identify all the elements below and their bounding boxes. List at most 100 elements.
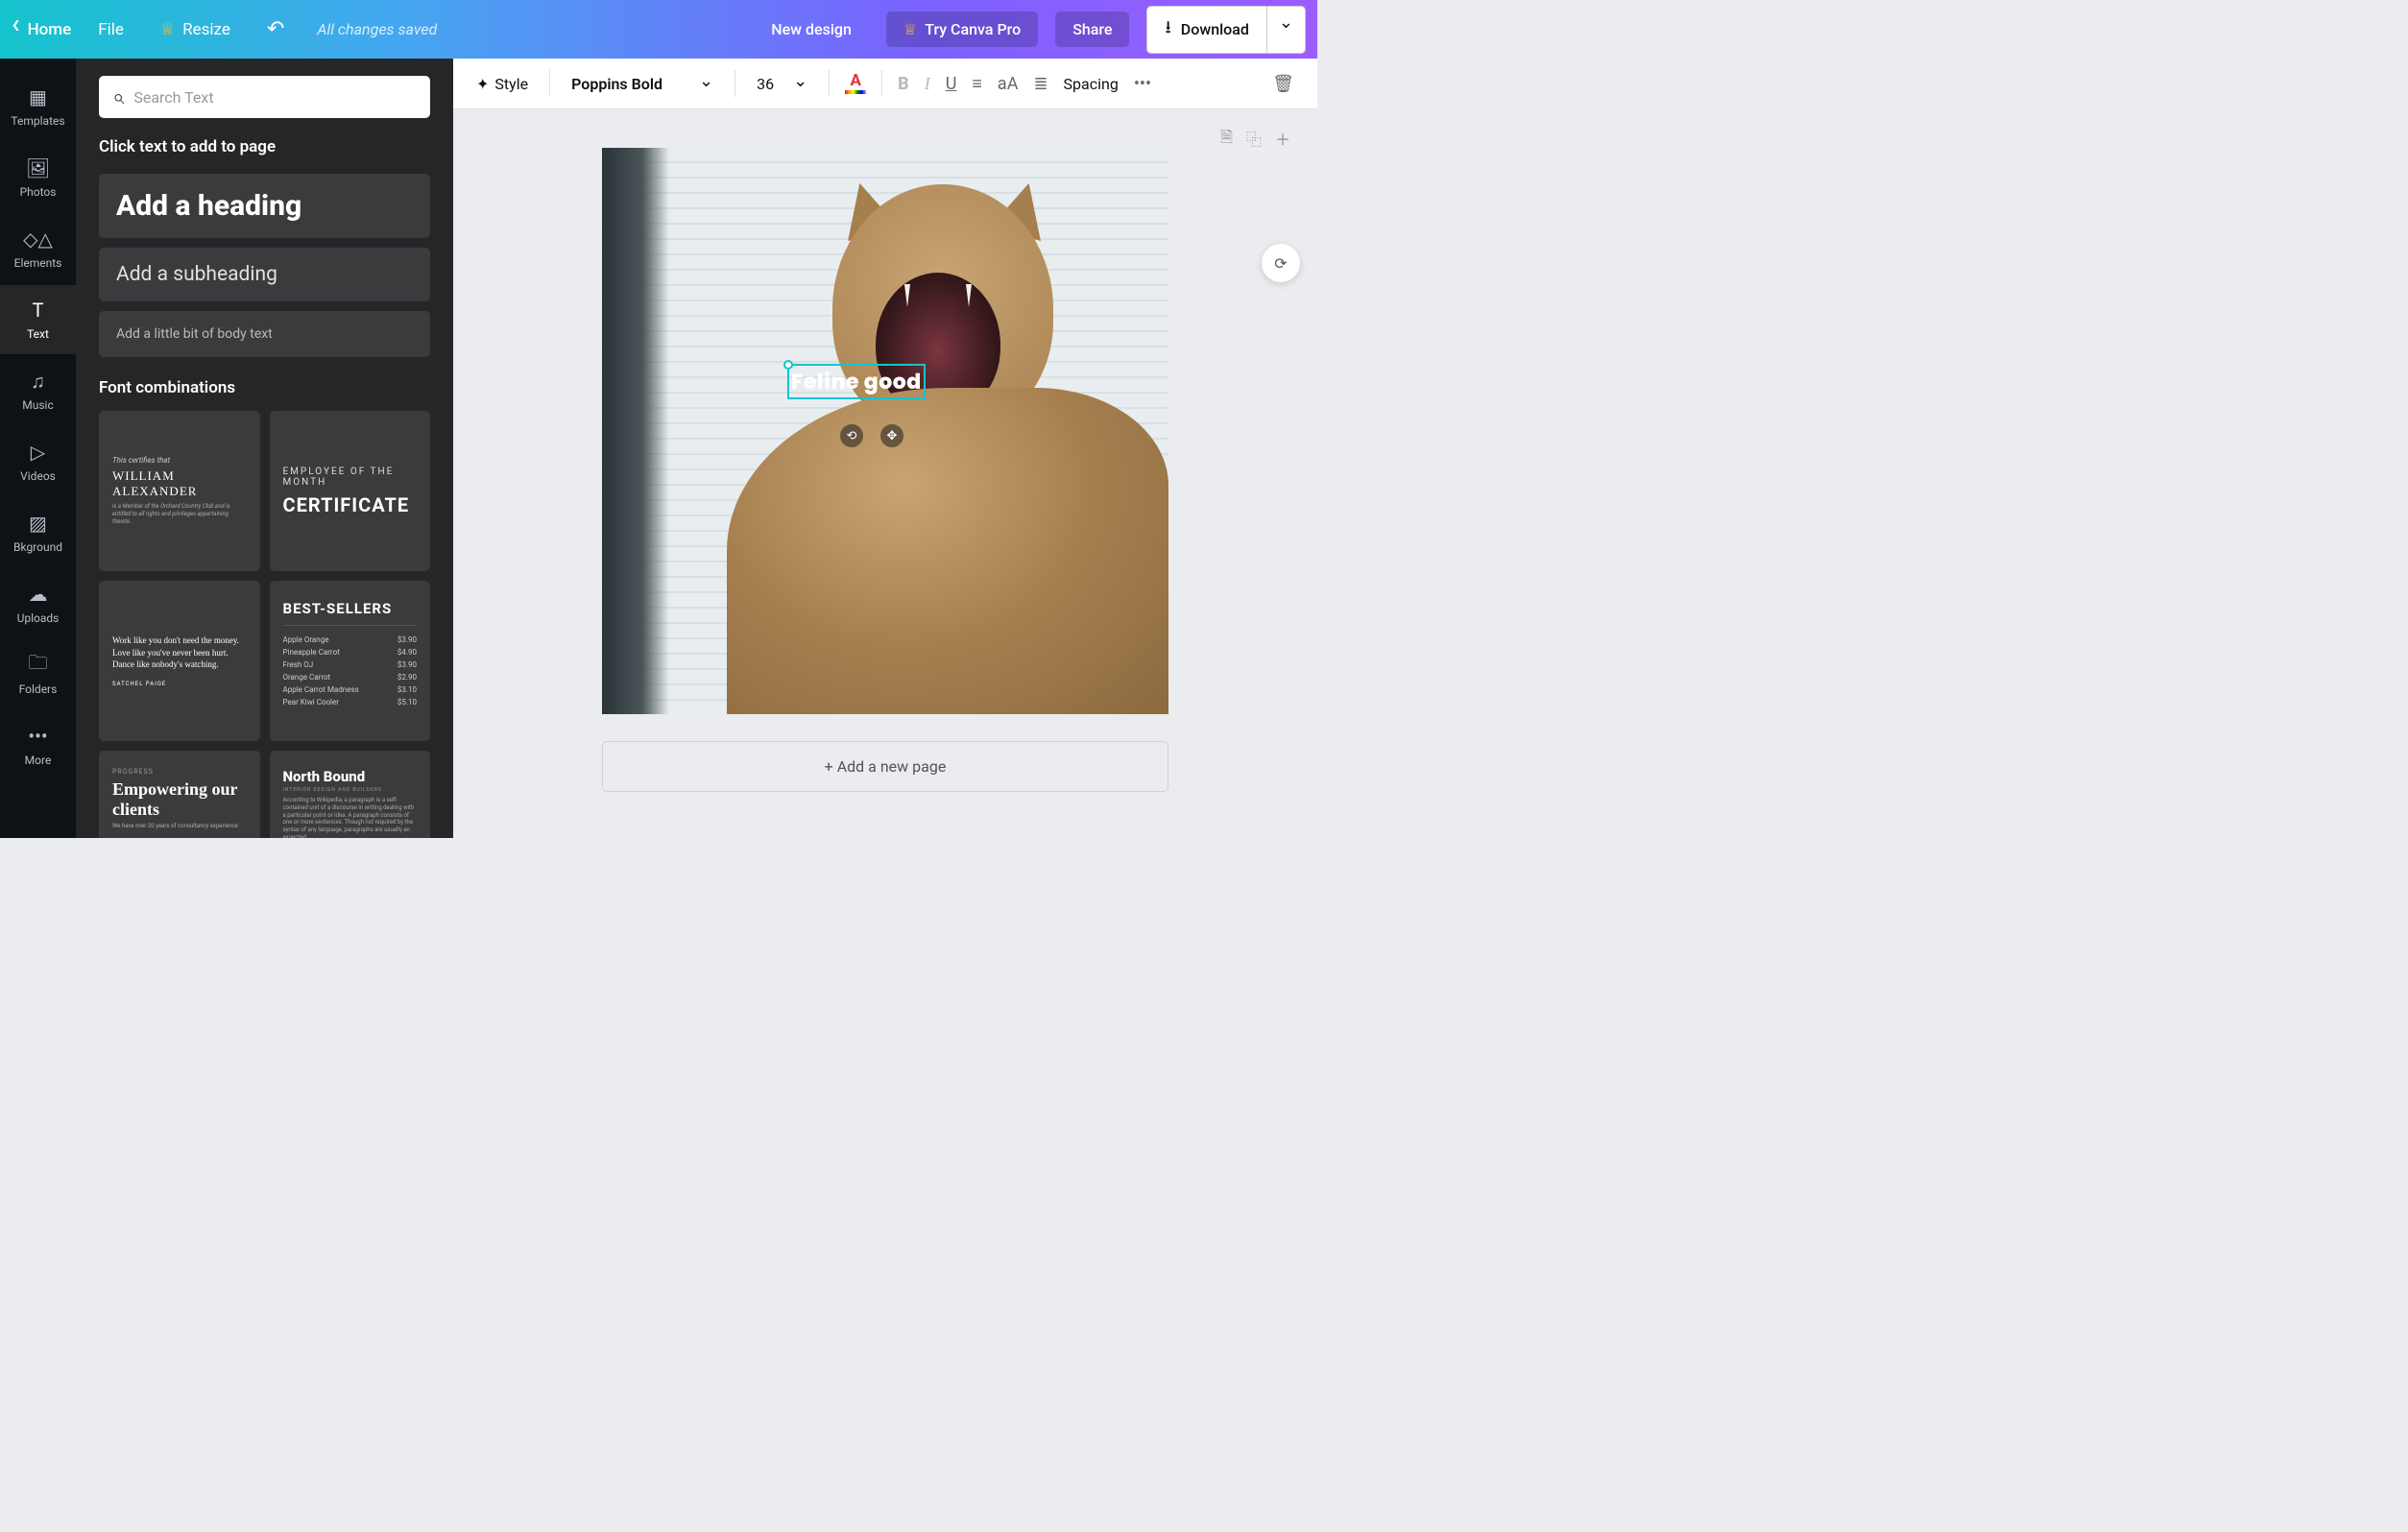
combo-text: Orange Carrot [283, 673, 331, 682]
combo-text: Fresh OJ [283, 660, 314, 669]
rail-templates[interactable]: ▦Templates [0, 72, 76, 141]
rail-label: Photos [20, 185, 57, 199]
rail-videos[interactable]: ▷Videos [0, 427, 76, 496]
rail-more[interactable]: •••More [0, 711, 76, 780]
photos-icon: 🖼 [27, 156, 50, 180]
combo-text: PROGRESS [112, 768, 247, 776]
side-panel: Click text to add to page Add a heading … [76, 59, 453, 838]
case-button[interactable]: aA [998, 74, 1019, 94]
rail-folders[interactable]: 🗀Folders [0, 640, 76, 709]
combo-text: Work like you don't need the money. Love… [112, 634, 247, 671]
resize-menu[interactable]: Resize [151, 14, 240, 45]
share-button[interactable]: Share [1055, 12, 1129, 47]
add-subheading-button[interactable]: Add a subheading [99, 248, 430, 301]
music-icon: ♫ [27, 370, 50, 393]
top-bar: Home File Resize All changes saved New d… [0, 0, 1317, 59]
text-icon: T [27, 299, 50, 322]
move-handle[interactable]: ✥ [880, 424, 903, 447]
rotate-handle[interactable]: ⟲ [840, 424, 863, 447]
combo-text: North Bound [283, 768, 418, 785]
search-wrap[interactable] [99, 76, 430, 118]
text-content[interactable]: Feline good [791, 366, 922, 397]
duplicate-page-icon[interactable]: ⿻ [1246, 127, 1262, 153]
combo-text: EMPLOYEE OF THE MONTH [283, 467, 418, 488]
rail-label: Elements [14, 256, 62, 270]
combo-card[interactable]: Work like you don't need the money. Love… [99, 581, 260, 741]
combo-text: Empowering our clients [112, 779, 247, 819]
add-body-button[interactable]: Add a little bit of body text [99, 311, 430, 357]
rail-elements[interactable]: ◇△ Elements [0, 214, 76, 283]
delete-button[interactable] [1272, 74, 1294, 94]
underline-button[interactable]: U [946, 74, 957, 94]
save-status: All changes saved [317, 20, 437, 38]
sparkle-refresh-icon: ⟳ [1274, 254, 1287, 273]
text-color-button[interactable]: A [845, 73, 866, 94]
font-size-select[interactable]: 36 [751, 70, 813, 98]
rail-label: Folders [19, 682, 58, 696]
file-menu[interactable]: File [88, 14, 133, 45]
combo-text: $4.90 [397, 648, 417, 657]
left-rail: ▦Templates 🖼 Photos ◇△ Elements T Text ♫Mus… [0, 59, 76, 838]
page-tools: 🗎 ⿻ ＋ [1220, 127, 1290, 153]
style-button[interactable]: Style [470, 71, 534, 97]
rail-label: Text [27, 327, 49, 341]
selected-text-element[interactable]: Feline good [787, 364, 926, 399]
regenerate-button[interactable]: ⟳ [1262, 244, 1300, 282]
try-pro-label: Try Canva Pro [925, 20, 1021, 38]
add-page-button[interactable]: + Add a new page [602, 741, 1168, 792]
text-toolbar: Style Poppins Bold 36 A B I U ≡ aA ≣ [453, 59, 1317, 109]
combo-card[interactable]: BEST-SELLERS Apple Orange$3.90 Pineapple… [270, 581, 431, 741]
font-size-value: 36 [757, 75, 774, 93]
style-label: Style [494, 75, 528, 93]
combo-text: $5.10 [397, 698, 417, 706]
try-pro-button[interactable]: Try Canva Pro [886, 12, 1038, 47]
combo-card[interactable]: PROGRESS Empowering our clients We have … [99, 751, 260, 838]
rail-label: Uploads [17, 611, 60, 625]
resize-handle[interactable] [783, 360, 793, 370]
rail-music[interactable]: ♫Music [0, 356, 76, 425]
align-button[interactable]: ≡ [972, 74, 982, 94]
italic-button[interactable]: I [925, 74, 930, 94]
crown-icon [160, 20, 175, 39]
list-button[interactable]: ≣ [1033, 74, 1047, 94]
home-label: Home [28, 20, 72, 39]
new-design-button[interactable]: New design [754, 12, 869, 47]
combo-card[interactable]: EMPLOYEE OF THE MONTH CERTIFICATE [270, 411, 431, 571]
font-select[interactable]: Poppins Bold [566, 70, 719, 98]
chevron-down-icon [793, 74, 807, 94]
search-icon [112, 85, 124, 109]
more-icon: ••• [27, 725, 50, 748]
rail-label: Templates [11, 114, 64, 128]
rail-bkground[interactable]: ▨Bkground [0, 498, 76, 567]
download-dropdown[interactable] [1267, 6, 1306, 54]
combo-text: $3.90 [397, 660, 417, 669]
canvas-page[interactable]: Feline good ⟲ ✥ [602, 148, 1168, 714]
bold-button[interactable]: B [898, 74, 909, 94]
panel-hint: Click text to add to page [99, 137, 430, 156]
videos-icon: ▷ [27, 441, 50, 464]
crown-icon [903, 20, 917, 38]
elements-icon: ◇△ [27, 227, 50, 251]
search-input[interactable] [133, 88, 417, 107]
chevron-left-icon [12, 20, 20, 39]
download-icon [1165, 15, 1170, 44]
combo-text: is a Member of the Orchard Country Club … [112, 503, 247, 525]
bkground-icon: ▨ [27, 512, 50, 535]
spacing-button[interactable]: Spacing [1064, 75, 1119, 93]
rail-text[interactable]: T Text [0, 285, 76, 354]
combo-text: This certifies that [112, 456, 247, 465]
add-page-icon[interactable]: ＋ [1275, 127, 1290, 153]
notes-icon[interactable]: 🗎 [1220, 127, 1233, 153]
combo-card[interactable]: North Bound INTERIOR DESIGN AND BUILDERS… [270, 751, 431, 838]
home-button[interactable]: Home [12, 20, 71, 39]
color-bar-icon [845, 90, 866, 94]
combo-text: We have over 20 years of consultancy exp… [112, 823, 247, 830]
combo-card[interactable]: This certifies that WILLIAM ALEXANDER is… [99, 411, 260, 571]
download-label: Download [1181, 20, 1249, 38]
undo-button[interactable] [257, 12, 294, 47]
download-button[interactable]: Download [1146, 6, 1266, 54]
rail-uploads[interactable]: ☁Uploads [0, 569, 76, 638]
rail-photos[interactable]: 🖼 Photos [0, 143, 76, 212]
add-heading-button[interactable]: Add a heading [99, 174, 430, 238]
more-button[interactable]: ••• [1134, 74, 1151, 94]
